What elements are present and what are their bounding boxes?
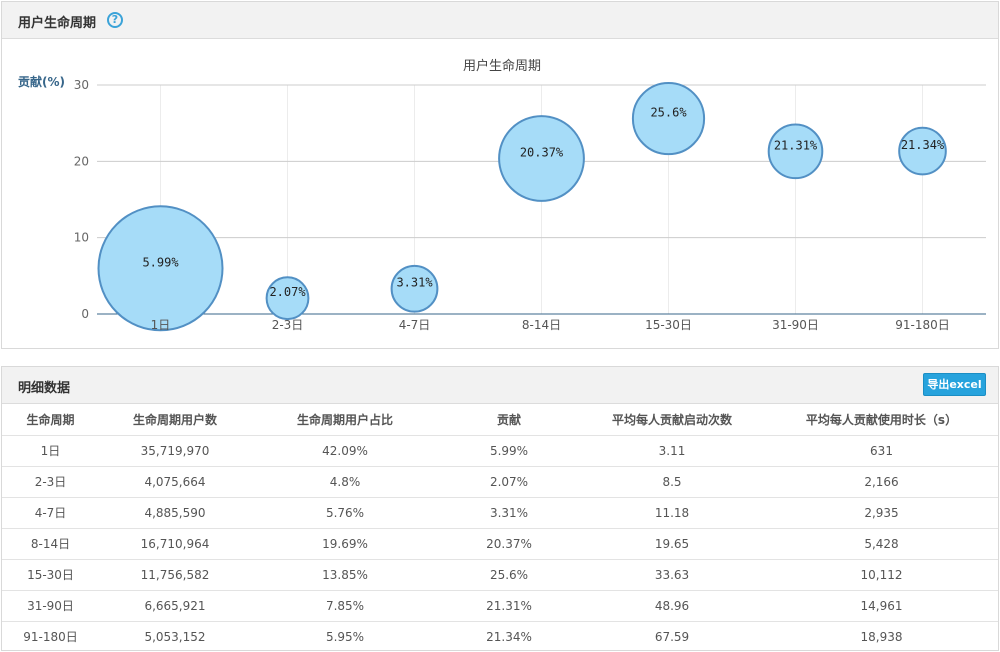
bubble-chart-svg: 用户生命周期贡献(%) 30 20 10 0 5.99% 2.07% 3.31% 20.37% 2… bbox=[18, 58, 986, 332]
help-icon[interactable]: ? bbox=[107, 12, 123, 28]
cell-avg-launches: 8.5 bbox=[579, 466, 765, 498]
cell-avg-launches: 19.65 bbox=[579, 528, 765, 560]
header-avg-duration[interactable]: 平均每人贡献使用时长（s） bbox=[765, 404, 998, 436]
cell-avg-duration: 2,935 bbox=[765, 497, 998, 529]
cell-lifecycle: 4-7日 bbox=[2, 497, 99, 529]
cell-contribution: 25.6% bbox=[439, 559, 579, 591]
x-tick-label: 2-3日 bbox=[272, 318, 304, 332]
cell-avg-launches: 33.63 bbox=[579, 559, 765, 591]
cell-lifecycle: 2-3日 bbox=[2, 466, 99, 498]
cell-user-count: 16,710,964 bbox=[99, 528, 251, 560]
bubble-data-label: 25.6% bbox=[650, 106, 687, 120]
table-row: 4-7日 4,885,590 5.76% 3.31% 11.18 2,935 bbox=[2, 497, 998, 529]
x-tick-label: 8-14日 bbox=[522, 318, 561, 332]
cell-lifecycle: 1日 bbox=[2, 435, 99, 467]
cell-avg-duration: 18,938 bbox=[860, 629, 903, 644]
header-user-ratio[interactable]: 生命周期用户占比 bbox=[251, 404, 439, 436]
cell-contribution: 20.37% bbox=[439, 528, 579, 560]
cell-avg-duration: 10,112 bbox=[765, 559, 998, 591]
cell-contribution: 3.31% bbox=[439, 497, 579, 529]
x-tick-label: 15-30日 bbox=[645, 318, 692, 332]
detail-data-panel: 明细数据 导出excel 生命周期 生命周期用户数 生命周期用户占比 贡献 平均… bbox=[1, 366, 999, 651]
header-lifecycle[interactable]: 生命周期 bbox=[2, 404, 99, 436]
lifecycle-chart-panel: 用户生命周期 ? 用户生命周期 贡献(%) 30 20 10 0 5.99% 2.07% 3.3… bbox=[1, 1, 999, 349]
chart-panel-title: 用户生命周期 bbox=[18, 16, 97, 31]
table-panel-header: 明细数据 导出excel bbox=[2, 367, 998, 404]
x-tick-label: 91-180日 bbox=[895, 318, 950, 332]
table-row: 15-30日 11,756,582 13.85% 25.6% 33.63 10,… bbox=[2, 559, 998, 591]
header-contribution[interactable]: 贡献 bbox=[439, 404, 579, 436]
cell-avg-duration: 5,428 bbox=[765, 528, 998, 560]
y-tick-label: 30 bbox=[74, 78, 89, 92]
cell-avg-duration: 2,166 bbox=[765, 466, 998, 498]
y-tick-label: 0 bbox=[81, 307, 89, 321]
cell-contribution: 21.34% bbox=[486, 629, 532, 644]
cell-avg-duration: 14,961 bbox=[765, 590, 998, 622]
cell-contribution: 21.31% bbox=[439, 590, 579, 622]
cell-lifecycle: 15-30日 bbox=[2, 559, 99, 591]
cell-user-ratio: 5.76% bbox=[251, 497, 439, 529]
cell-avg-launches: 67.59 bbox=[654, 629, 690, 644]
x-tick-label: 31-90日 bbox=[772, 318, 819, 332]
table-panel-title: 明细数据 bbox=[18, 381, 71, 396]
cell-user-ratio: 19.69% bbox=[251, 528, 439, 560]
header-avg-launches[interactable]: 平均每人贡献启动次数 bbox=[579, 404, 765, 436]
cell-avg-launches: 3.11 bbox=[579, 435, 765, 467]
bubble-data-label: 21.31% bbox=[774, 138, 818, 152]
table-row: 2-3日 4,075,664 4.8% 2.07% 8.5 2,166 bbox=[2, 466, 998, 498]
x-tick-label: 4-7日 bbox=[399, 318, 431, 332]
cell-user-count: 4,075,664 bbox=[99, 466, 251, 498]
export-excel-button[interactable]: 导出excel bbox=[923, 373, 986, 396]
cell-user-ratio: 5.95% bbox=[325, 629, 365, 644]
y-tick-label: 20 bbox=[74, 154, 89, 168]
header-user-count[interactable]: 生命周期用户数 bbox=[99, 404, 251, 436]
table-row: 8-14日 16,710,964 19.69% 20.37% 19.65 5,4… bbox=[2, 528, 998, 560]
cell-user-count: 35,719,970 bbox=[99, 435, 251, 467]
cell-user-ratio: 13.85% bbox=[251, 559, 439, 591]
cell-user-ratio: 7.85% bbox=[251, 590, 439, 622]
table-row: 31-90日 6,665,921 7.85% 21.31% 48.96 14,9… bbox=[2, 590, 998, 622]
y-tick-label: 10 bbox=[74, 231, 89, 245]
table-row: 91-180日 5,053,152 5.95% 21.34% 67.59 18,… bbox=[2, 621, 998, 652]
cell-avg-launches: 11.18 bbox=[579, 497, 765, 529]
cell-contribution: 5.99% bbox=[439, 435, 579, 467]
bubble-data-label: 3.31% bbox=[396, 276, 433, 290]
bubble-data-label: 21.34% bbox=[901, 138, 945, 152]
cell-user-ratio: 42.09% bbox=[251, 435, 439, 467]
cell-user-ratio: 4.8% bbox=[251, 466, 439, 498]
table-row: 1日 35,719,970 42.09% 5.99% 3.11 631 bbox=[2, 435, 998, 467]
cell-contribution: 2.07% bbox=[439, 466, 579, 498]
bubble-data-label: 20.37% bbox=[520, 146, 564, 160]
bubble-data-label: 2.07% bbox=[269, 285, 306, 299]
chart-panel-header: 用户生命周期 ? bbox=[2, 2, 998, 39]
y-axis-label: 贡献(%) bbox=[18, 74, 65, 89]
cell-lifecycle: 91-180日 bbox=[23, 630, 78, 645]
cell-user-count: 4,885,590 bbox=[99, 497, 251, 529]
x-tick-label: 1日 bbox=[151, 318, 171, 332]
bubble-data-label: 5.99% bbox=[142, 255, 179, 269]
cell-avg-launches: 48.96 bbox=[579, 590, 765, 622]
cell-user-count: 6,665,921 bbox=[99, 590, 251, 622]
bubble-chart: 用户生命周期贡献(%) 30 20 10 0 5.99% 2.07% 3.31% 20.37% 2… bbox=[2, 39, 998, 348]
cell-lifecycle: 8-14日 bbox=[2, 528, 99, 560]
chart-title: 用户生命周期 bbox=[463, 58, 541, 74]
table-header-row: 生命周期 生命周期用户数 生命周期用户占比 贡献 平均每人贡献启动次数 平均每人… bbox=[2, 404, 998, 436]
cell-user-count: 5,053,152 bbox=[144, 629, 206, 644]
cell-lifecycle: 31-90日 bbox=[2, 590, 99, 622]
cell-avg-duration: 631 bbox=[765, 435, 998, 467]
detail-table: 生命周期 生命周期用户数 生命周期用户占比 贡献 平均每人贡献启动次数 平均每人… bbox=[2, 404, 998, 652]
cell-user-count: 11,756,582 bbox=[99, 559, 251, 591]
